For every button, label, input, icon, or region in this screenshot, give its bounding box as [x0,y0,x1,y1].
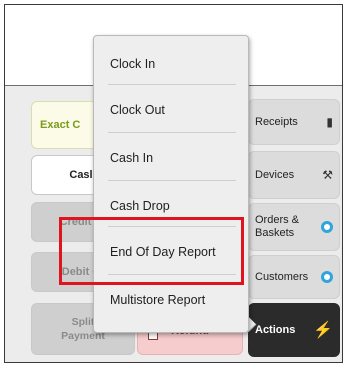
sidebar-item-receipts[interactable]: Receipts ▮ [248,99,340,145]
devices-label: Devices [255,169,295,181]
sidebar-item-customers[interactable]: Customers [248,255,340,299]
menu-separator [108,132,236,133]
actions-menu: Clock In Clock Out Cash In Cash Drop End… [93,35,249,333]
lightning-icon: ⚡ [313,322,333,339]
actions-label: Actions [255,324,296,336]
highlight-box [59,217,244,285]
menu-item-clock-out[interactable]: Clock Out [94,90,248,130]
menu-item-cash-in[interactable]: Cash In [94,138,248,178]
receipt-book-icon: ▮ [326,115,333,129]
sidebar-item-actions[interactable]: Actions ⚡ [248,303,340,357]
menu-item-multistore-report[interactable]: Multistore Report [94,280,248,320]
sidebar-item-devices[interactable]: Devices ⚒ [248,151,340,199]
pos-window: Exact C Casl Credit C Debit C Split Paym… [4,4,343,363]
orders-badge-icon [321,221,333,233]
receipts-label: Receipts [255,116,298,128]
orders-label: Orders & Baskets [255,214,300,239]
hammer-icon: ⚒ [322,168,333,182]
customers-badge-icon [321,271,333,283]
menu-separator [108,180,236,181]
menu-separator [108,84,236,85]
customers-label: Customers [255,271,309,283]
menu-item-clock-in[interactable]: Clock In [94,44,248,84]
sidebar-item-orders-baskets[interactable]: Orders & Baskets [248,203,340,251]
